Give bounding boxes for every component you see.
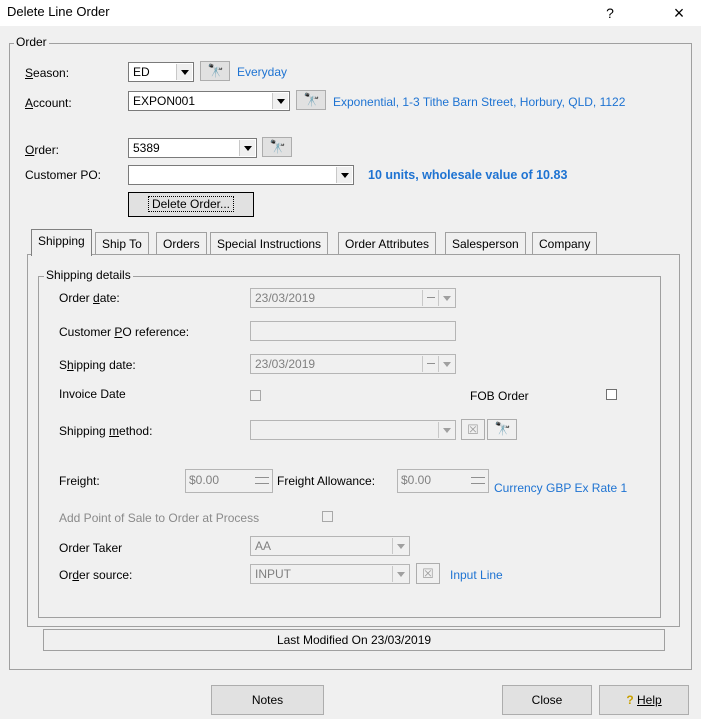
invoice-date-checkbox[interactable] <box>250 390 261 401</box>
order-summary: 10 units, wholesale value of 10.83 <box>368 168 568 182</box>
fob-order-label: FOB Order <box>470 389 529 403</box>
chevron-down-icon <box>392 566 409 582</box>
order-source-value: INPUT <box>255 567 291 581</box>
input-line-link[interactable]: Input Line <box>450 568 503 582</box>
shipping-method-combo <box>250 420 456 440</box>
chevron-down-icon <box>438 356 455 372</box>
window-title: Delete Line Order <box>7 4 110 19</box>
shipping-date-value: 23/03/2019 <box>255 357 316 371</box>
shipping-date-label: Shipping date: <box>59 358 136 372</box>
title-bar: Delete Line Order ? × <box>0 0 701 26</box>
tab-company[interactable]: Company <box>532 232 598 254</box>
account-label: Account: <box>25 96 72 110</box>
tab-ship-to[interactable]: Ship To <box>95 232 149 254</box>
tab-shipping[interactable]: Shipping <box>31 229 92 256</box>
help-button-label: Help <box>637 693 662 707</box>
date-spinner <box>422 356 454 372</box>
tab-order-attributes[interactable]: Order Attributes <box>338 232 437 254</box>
chevron-down-icon <box>438 290 455 306</box>
order-taker-combo: AA <box>250 536 410 556</box>
order-source-combo: INPUT <box>250 564 410 584</box>
currency-text: Currency GBP Ex Rate 1 <box>494 481 628 495</box>
shipping-method-label: Shipping method: <box>59 424 153 438</box>
season-label: Season: <box>25 66 70 80</box>
chevron-down-icon[interactable] <box>176 64 192 80</box>
shipping-method-lookup-button[interactable]: 🔭 <box>487 419 517 440</box>
order-date-label: Order date: <box>59 291 120 305</box>
delete-order-label: Delete Order... <box>147 196 235 212</box>
invoice-date-label: Invoice Date <box>59 387 126 401</box>
order-taker-label: Order Taker <box>59 541 123 555</box>
season-description: Everyday <box>237 65 288 79</box>
order-date-field: 23/03/2019 <box>250 288 456 308</box>
tab-orders[interactable]: Orders <box>156 232 207 254</box>
binoculars-icon: 🔭 <box>269 139 286 154</box>
close-button[interactable]: Close <box>502 685 592 715</box>
help-title-button[interactable]: ? <box>595 2 625 24</box>
account-combo[interactable]: EXPON001 <box>128 91 290 111</box>
account-lookup-button[interactable]: 🔭 <box>296 90 326 110</box>
close-title-button[interactable]: × <box>664 2 694 24</box>
freight-value: $0.00 <box>189 473 220 487</box>
delete-order-button[interactable]: Delete Order... <box>128 192 254 217</box>
shipping-details-legend: Shipping details <box>44 268 133 282</box>
binoculars-icon: 🔭 <box>494 421 511 436</box>
clear-icon: ☒ <box>467 422 479 437</box>
account-value: EXPON001 <box>133 94 196 108</box>
help-button[interactable]: ? Help <box>599 685 689 715</box>
freight-field: $0.00 <box>185 469 273 493</box>
order-date-value: 23/03/2019 <box>255 291 316 305</box>
add-pos-checkbox[interactable] <box>322 511 333 522</box>
account-description: Exponential, 1-3 Tithe Barn Street, Horb… <box>333 95 626 109</box>
chevron-down-icon[interactable] <box>239 140 255 156</box>
order-source-label: Order source: <box>59 568 133 582</box>
freight-allowance-value: $0.00 <box>401 473 432 487</box>
order-source-clear-button[interactable]: ☒ <box>416 563 440 584</box>
season-value: ED <box>133 65 150 79</box>
order-combo[interactable]: 5389 <box>128 138 257 158</box>
order-taker-value: AA <box>255 539 272 553</box>
tab-salesperson[interactable]: Salesperson <box>445 232 526 254</box>
order-lookup-button[interactable]: 🔭 <box>262 137 292 157</box>
chevron-down-icon[interactable] <box>336 167 352 183</box>
freight-allowance-label: Freight Allowance: <box>277 474 376 488</box>
freight-allowance-spinner <box>468 470 488 492</box>
chevron-down-icon <box>392 538 409 554</box>
help-key-icon: ? <box>626 693 634 707</box>
order-value: 5389 <box>133 141 160 155</box>
clear-icon: ☒ <box>422 566 434 581</box>
add-pos-label: Add Point of Sale to Order at Process <box>59 511 260 525</box>
season-lookup-button[interactable]: 🔭 <box>200 61 230 81</box>
notes-button[interactable]: Notes <box>211 685 324 715</box>
customer-po-label: Customer PO: <box>25 168 102 182</box>
binoculars-icon: 🔭 <box>207 63 224 78</box>
tab-special-instructions[interactable]: Special Instructions <box>210 232 329 254</box>
order-group-legend: Order <box>14 35 49 49</box>
shipping-method-clear-button[interactable]: ☒ <box>461 419 485 440</box>
customer-po-reference-label: Customer PO reference: <box>59 325 190 339</box>
chevron-down-icon[interactable] <box>272 93 288 109</box>
customer-po-reference-field <box>250 321 456 341</box>
season-combo[interactable]: ED <box>128 62 194 82</box>
freight-label: Freight: <box>59 474 100 488</box>
fob-order-checkbox[interactable] <box>606 389 617 400</box>
chevron-down-icon <box>438 422 455 438</box>
freight-allowance-field: $0.00 <box>397 469 489 493</box>
freight-spinner <box>252 470 272 492</box>
order-label: Order: <box>25 143 60 157</box>
shipping-date-field: 23/03/2019 <box>250 354 456 374</box>
date-spinner <box>422 290 454 306</box>
binoculars-icon: 🔭 <box>303 92 320 107</box>
customer-po-combo[interactable] <box>128 165 354 185</box>
last-modified-status: Last Modified On 23/03/2019 <box>43 629 665 651</box>
